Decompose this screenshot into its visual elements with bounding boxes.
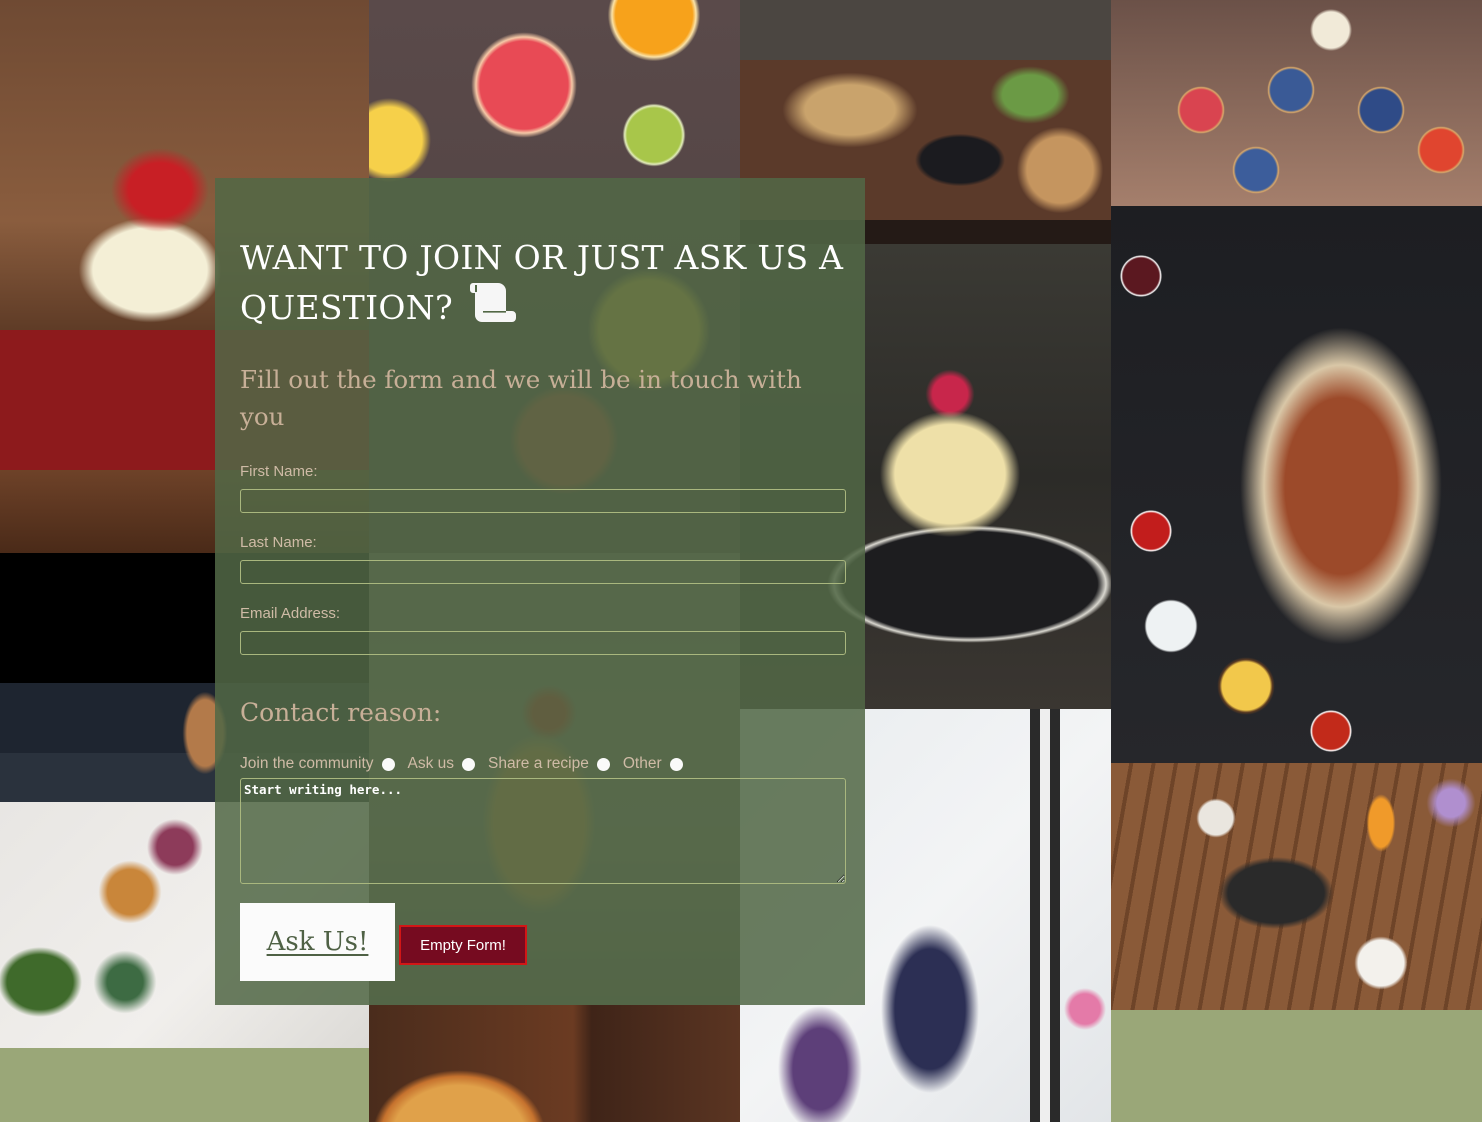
form-actions: Ask Us! Empty Form! — [240, 903, 846, 981]
email-label: Email Address: — [240, 605, 341, 622]
fruit-tarts-photo — [1111, 0, 1482, 206]
contact-form: First Name: Last Name: Email Address: Co… — [240, 463, 846, 981]
reason-option-join[interactable]: Join the community — [240, 755, 403, 773]
reason-option-share[interactable]: Share a recipe — [488, 755, 618, 773]
first-name-label: First Name: — [240, 463, 318, 480]
form-heading-text: WANT TO JOIN OR JUST ASK US A QUESTION? — [240, 238, 844, 327]
form-subheading: Fill out the form and we will be in touc… — [240, 365, 802, 431]
reason-option-ask[interactable]: Ask us — [408, 755, 484, 773]
reason-label-ask: Ask us — [407, 755, 455, 772]
kebab-platter-photo — [1111, 206, 1482, 763]
contact-form-panel: WANT TO JOIN OR JUST ASK US A QUESTION? … — [215, 178, 865, 1005]
email-input[interactable] — [240, 631, 846, 655]
message-textarea[interactable] — [240, 778, 846, 884]
scroll-icon — [466, 281, 518, 323]
contact-reason-group: Join the community Ask us Share a recipe… — [240, 752, 846, 776]
first-name-input[interactable] — [240, 489, 846, 513]
reason-radio-share[interactable] — [596, 757, 610, 771]
contact-reason-title: Contact reason: — [240, 698, 442, 727]
reason-option-other[interactable]: Other — [623, 755, 691, 773]
empty-form-reset-button[interactable]: Empty Form! — [399, 925, 527, 965]
reason-radio-ask[interactable] — [462, 757, 476, 771]
last-name-label: Last Name: — [240, 534, 317, 551]
last-name-input[interactable] — [240, 560, 846, 584]
pizza-photo — [369, 1005, 740, 1122]
reason-label-other: Other — [622, 755, 662, 772]
reason-label-join: Join the community — [240, 755, 374, 772]
reason-radio-other[interactable] — [669, 757, 683, 771]
form-heading: WANT TO JOIN OR JUST ASK US A QUESTION? — [240, 234, 846, 331]
ask-us-submit-button[interactable]: Ask Us! — [240, 903, 395, 981]
reason-radio-join[interactable] — [381, 757, 395, 771]
reason-label-share: Share a recipe — [488, 755, 589, 772]
dining-table-photo — [1111, 763, 1482, 1010]
